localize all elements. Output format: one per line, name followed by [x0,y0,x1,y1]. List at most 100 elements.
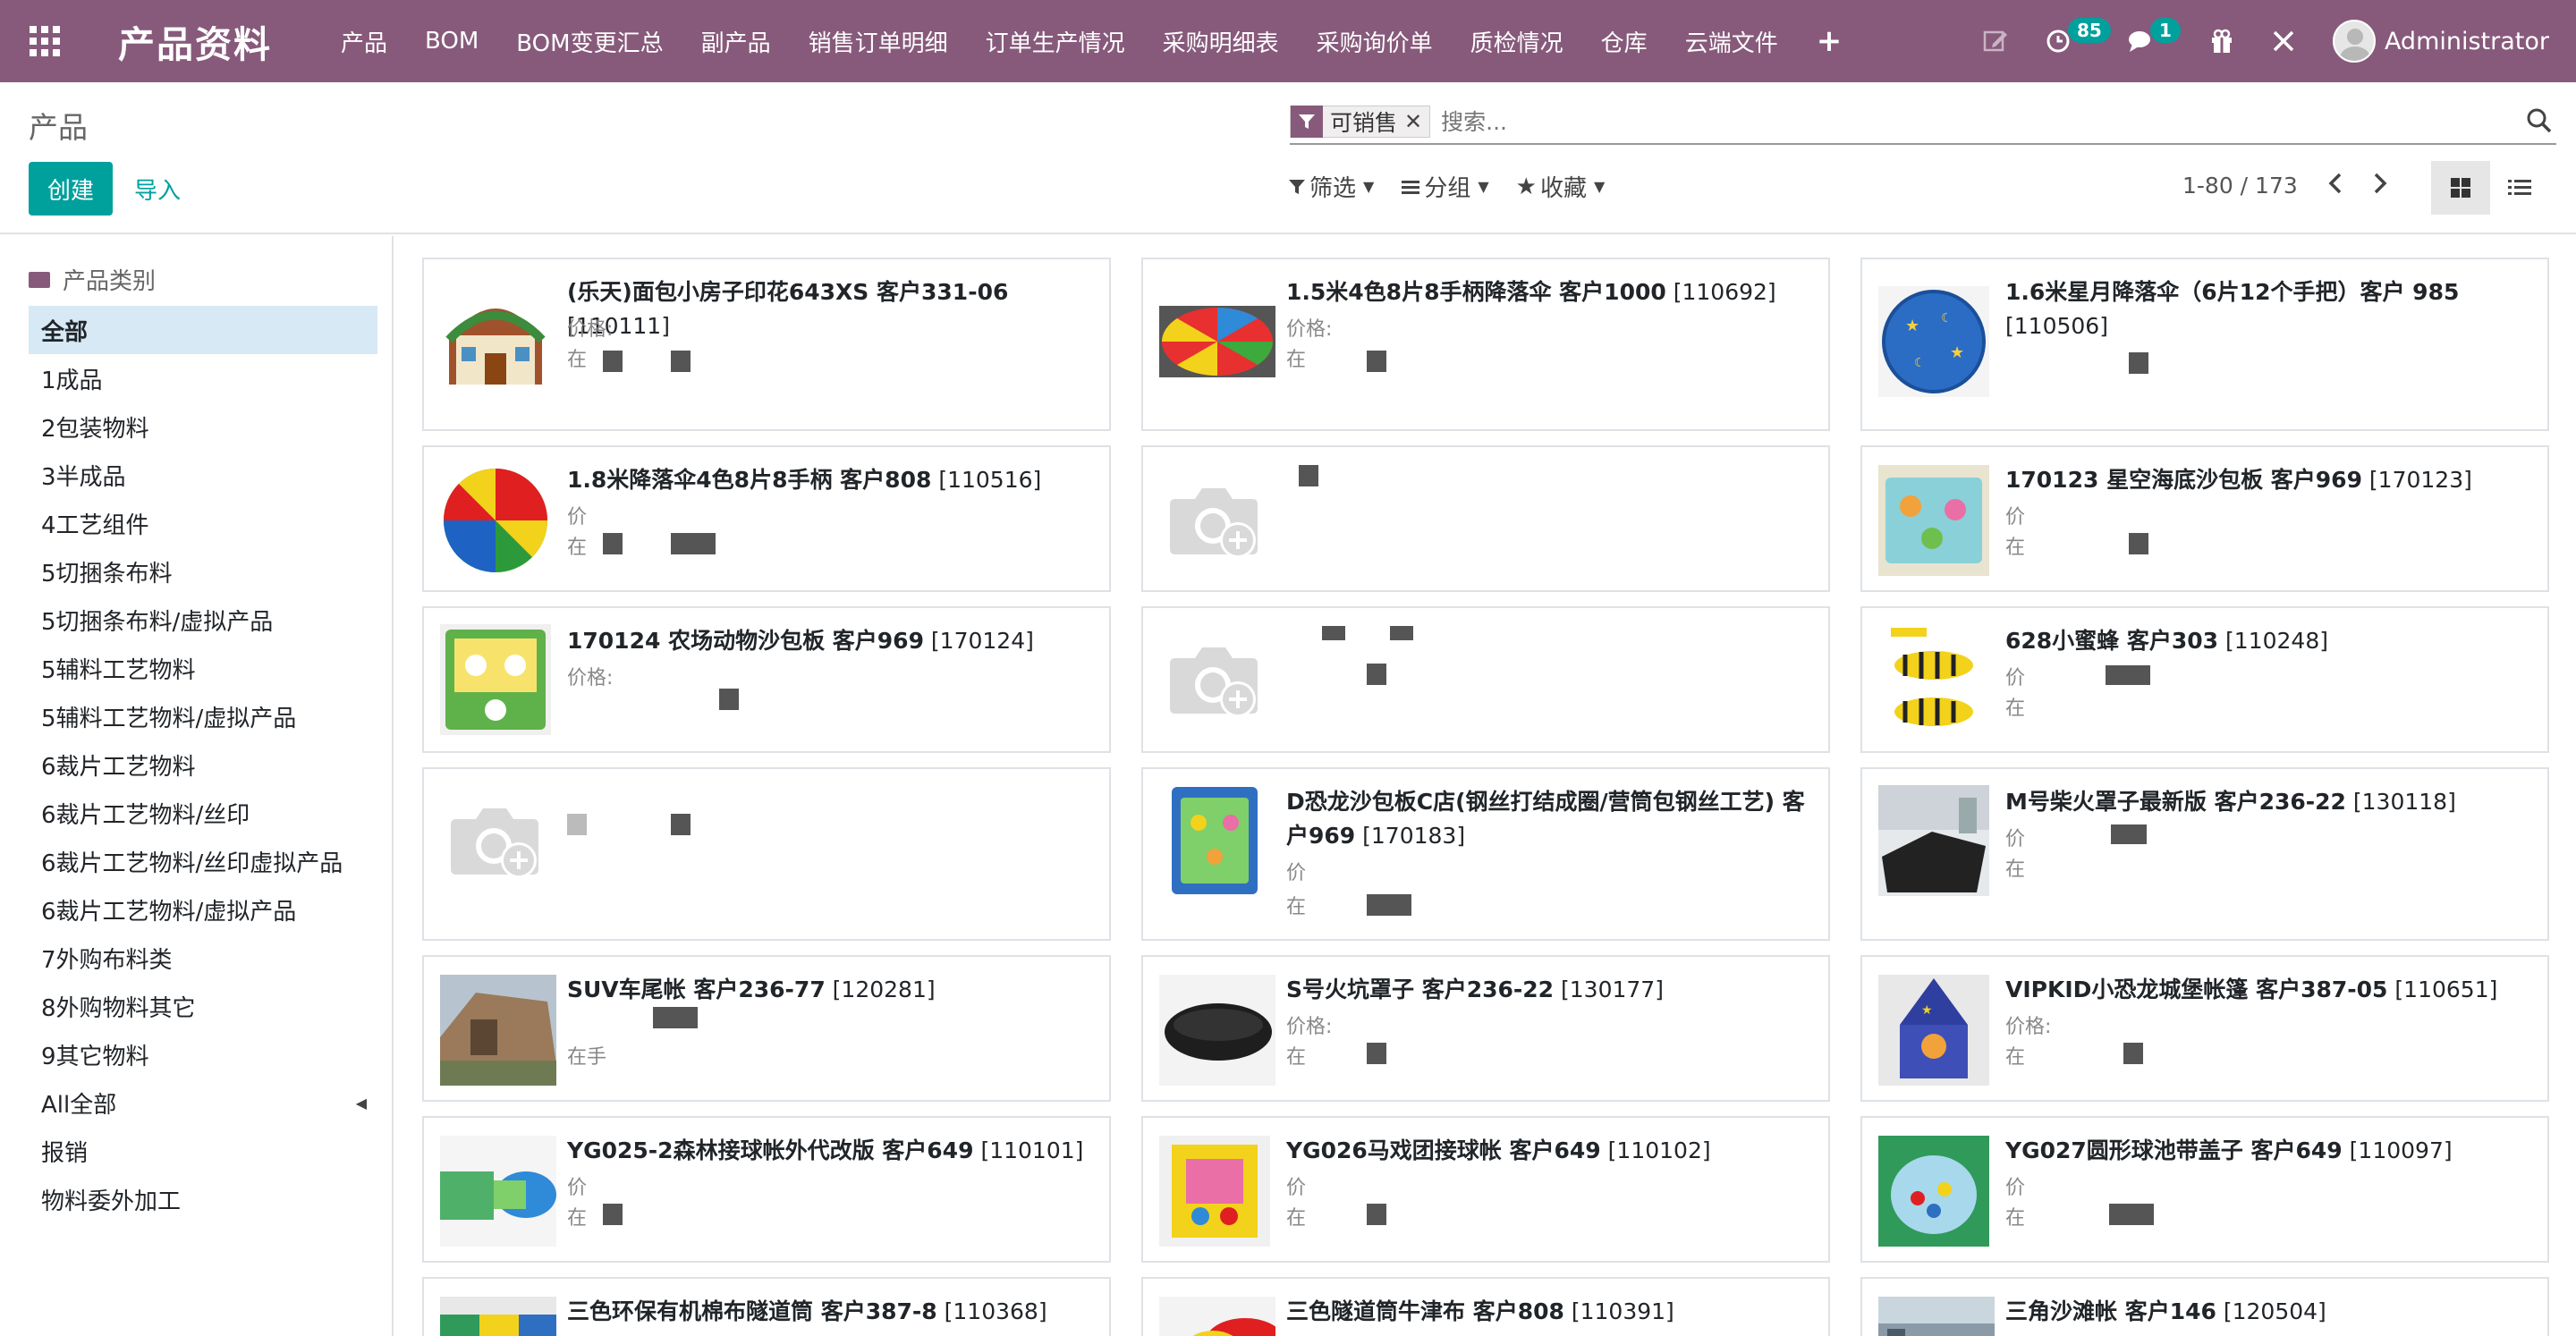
category-item[interactable]: 6裁片工艺物料/虚拟产品 [29,885,377,934]
category-label: 6裁片工艺物料/虚拟产品 [41,898,297,926]
create-button[interactable]: 创建 [29,162,113,216]
groupby-dropdown[interactable]: 分组 ▼ [1401,170,1489,203]
product-card[interactable]: 170124 农场动物沙包板 客户969 [170124] 价格: [422,606,1111,753]
category-item[interactable]: 9其它物料 [29,1030,377,1078]
category-label: 5辅料工艺物料/虚拟产品 [41,705,297,732]
product-image-tunnel [440,1297,556,1336]
menu-item-purchase-inquiry[interactable]: 采购询价单 [1298,0,1452,82]
menu-item-sales-order-details[interactable]: 销售订单明细 [790,0,967,82]
pager-next-icon[interactable] [2373,170,2387,201]
category-item[interactable]: 8外购物料其它 [29,982,377,1030]
search-bar: 可销售 ✕ [1290,100,2556,145]
product-card[interactable]: YG025-2森林接球帐外代改版 客户649 [110101] 价 在 [422,1116,1111,1263]
product-card[interactable]: YG027圆形球池带盖子 客户649 [110097] 价 在 [1860,1116,2549,1263]
category-item[interactable]: 1成品 [29,354,377,402]
category-item[interactable]: 6裁片工艺物料/丝印虚拟产品 [29,837,377,885]
menu-item-bom-changes[interactable]: BOM变更汇总 [497,0,682,82]
category-item[interactable]: 3半成品 [29,451,377,499]
search-icon[interactable] [2526,107,2553,138]
product-card[interactable] [1141,445,1830,592]
category-item[interactable]: 报销 [29,1127,377,1175]
category-item[interactable]: 2包装物料 [29,402,377,451]
debug-tools-icon[interactable] [2252,0,2315,82]
category-label: 2包装物料 [41,415,149,443]
app-brand-title: 产品资料 [118,23,272,66]
category-item[interactable]: 5切捆条布料 [29,547,377,596]
category-label: 5切捆条布料/虚拟产品 [41,608,274,636]
edit-note-icon[interactable] [1964,0,2027,82]
product-card[interactable]: S号火坑罩子 客户236-22 [130177] 价格: 在 [1141,955,1830,1102]
product-card[interactable]: 三色环保有机棉布隧道筒 客户387-8 [110368] [422,1277,1111,1336]
product-card[interactable]: 1.5米4色8片8手柄降落伞 客户1000 [110692] 价格: 在 [1141,258,1830,431]
kanban-view-icon[interactable] [2431,161,2490,215]
product-card[interactable]: SUV车尾帐 客户236-77 [120281] 在手 [422,955,1111,1102]
messages-chat-icon[interactable]: 1 [2109,0,2191,82]
chevron-down-icon: ▼ [1478,178,1489,195]
product-price-label: 价 [2005,506,2026,528]
category-item[interactable]: 7外购布料类 [29,934,377,982]
filters-dropdown[interactable]: 筛选 ▼ [1288,170,1374,203]
product-name: 170123 星空海底沙包板 客户969 [2005,467,2362,493]
product-stock-label: 在 [567,349,588,371]
menu-item-bom[interactable]: BOM [406,0,497,82]
user-menu[interactable]: Administrator [2315,0,2576,82]
product-image-fire-pit-cover [1878,785,1989,896]
category-item[interactable]: 6裁片工艺物料/丝印 [29,789,377,837]
category-label: 6裁片工艺物料/丝印虚拟产品 [41,850,343,877]
product-code: [120281] [832,977,936,1002]
product-image-circus-tent [1159,1136,1270,1247]
product-card[interactable] [422,767,1111,941]
product-code: [110101] [980,1137,1084,1163]
menu-item-byproducts[interactable]: 副产品 [682,0,790,82]
product-card[interactable]: 170123 星空海底沙包板 客户969 [170123] 价 在 [1860,445,2549,592]
category-item[interactable]: 5辅料工艺物料/虚拟产品 [29,692,377,740]
product-card[interactable]: ★ ☾ ★ ☾ 1.6米星月降落伞（6片12个手把）客户 985 [110506] [1860,258,2549,431]
menu-item-cloud-files[interactable]: 云端文件 [1666,0,1797,82]
product-card[interactable]: 1.8米降落伞4色8片8手柄 客户808 [110516] 价 在 [422,445,1111,592]
product-title: 628小蜜蜂 客户303 [110248] [2005,624,2531,658]
menu-item-order-production[interactable]: 订单生产情况 [967,0,1144,82]
apps-menu-icon[interactable] [0,0,89,82]
product-stock-label: 在 [1286,1046,1307,1069]
expand-caret-icon[interactable]: ◀ [356,1095,377,1112]
pager-previous-icon[interactable] [2328,170,2343,201]
product-card[interactable] [1141,606,1830,753]
list-view-icon[interactable] [2490,161,2549,215]
favorites-dropdown[interactable]: ★ 收藏 ▼ [1516,170,1606,203]
menu-add-plus-icon[interactable]: + [1797,0,1862,82]
category-item[interactable]: 物料委外加工 [29,1175,377,1223]
redacted-value [719,689,739,710]
category-item-all[interactable]: 全部 [29,306,377,354]
gift-icon[interactable] [2191,0,2252,82]
product-stock-label: 在 [2005,537,2026,559]
product-image-forest-tent [440,1136,556,1247]
product-card[interactable]: D恐龙沙包板C店(钢丝打结成圈/营筒包钢丝工艺) 客户969 [170183] … [1141,767,1830,941]
product-card[interactable]: (乐天)面包小房子印花643XS 客户331-06 [110111] 价格: 在 [422,258,1111,431]
activity-clock-icon[interactable]: 85 [2027,0,2111,82]
category-item[interactable]: 4工艺组件 [29,499,377,547]
product-card[interactable]: 三角沙滩帐 客户146 [120504] [1860,1277,2549,1336]
product-code: [170123] [2368,467,2472,493]
product-stock-label: 在 [1286,349,1307,371]
import-button[interactable]: 导入 [134,162,181,216]
svg-text:☾: ☾ [1941,311,1953,326]
product-card[interactable]: M号柴火罩子最新版 客户236-22 [130118] 价 在 [1860,767,2549,941]
menu-item-products[interactable]: 产品 [322,0,406,82]
product-card[interactable]: ★ VIPKID小恐龙城堡帐篷 客户387-05 [110651] 价格: 在 [1860,955,2549,1102]
star-icon: ★ [1515,173,1537,200]
search-input[interactable] [1441,108,2426,135]
category-item[interactable]: 5切捆条布料/虚拟产品 [29,596,377,644]
category-item-all-expandable[interactable]: All全部 ◀ [29,1078,377,1127]
category-item[interactable]: 5辅料工艺物料 [29,644,377,692]
product-card[interactable]: YG026马戏团接球帐 客户649 [110102] 价 在 [1141,1116,1830,1263]
product-name: (乐天)面包小房子印花643XS 客户331-06 [567,279,1009,305]
menu-item-warehouse[interactable]: 仓库 [1582,0,1666,82]
pager-value[interactable]: 1-80 / 173 [2182,173,2298,199]
product-card[interactable]: 628小蜜蜂 客户303 [110248] 价 在 [1860,606,2549,753]
control-panel: 产品 创建 导入 可销售 ✕ 筛选 ▼ 分组 ▼ ★ 收藏 ▼ [0,82,2576,234]
menu-item-purchase-details[interactable]: 采购明细表 [1144,0,1298,82]
product-card[interactable]: 三色隧道筒牛津布 客户808 [110391] [1141,1277,1830,1336]
menu-item-quality-check[interactable]: 质检情况 [1452,0,1582,82]
facet-remove-icon[interactable]: ✕ [1404,109,1429,134]
category-item[interactable]: 6裁片工艺物料 [29,740,377,789]
